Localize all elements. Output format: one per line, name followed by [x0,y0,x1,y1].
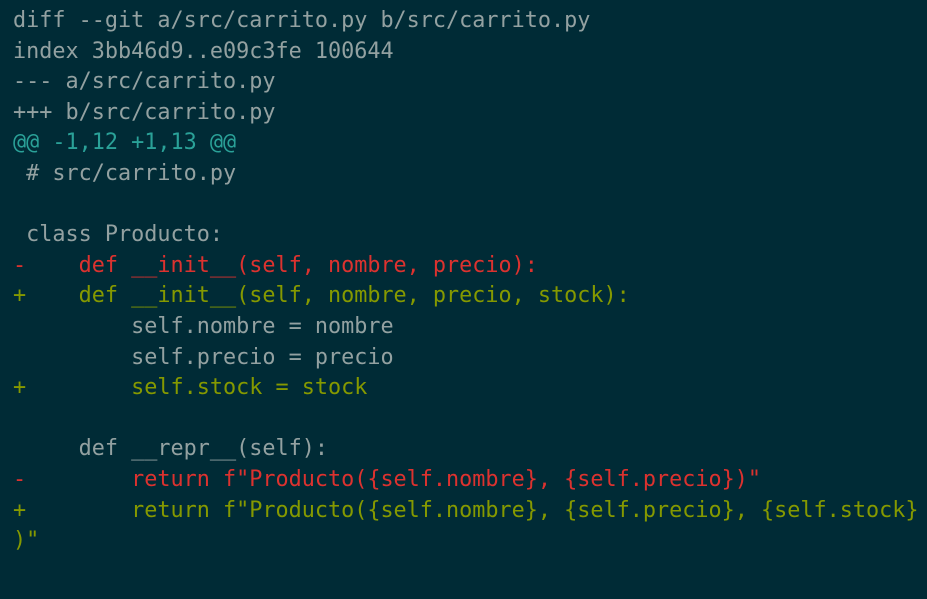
diff-command-line: diff --git a/src/carrito.py b/src/carrit… [13,8,591,33]
diff-added-line-wrapped: )" [13,528,40,554]
diff-context-line: self.precio = precio [13,344,394,370]
diff-context-line [13,190,927,221]
diff-added-line: + self.stock = stock [13,375,368,401]
diff-context-line: class Producto: [13,222,223,248]
diff-deleted-line: - return f"Producto({self.nombre}, {self… [13,466,762,492]
diff-context-line: def __repr__(self): [13,436,328,462]
diff-added-line: + def __init__(self, nombre, precio, sto… [13,283,630,309]
diff-hunk-header: @@ -1,12 +1,13 @@ [13,130,237,156]
diff-new-file-line: +++ b/src/carrito.py [13,99,276,125]
diff-context-line [13,404,927,435]
diff-context-line: self.nombre = nombre [13,313,394,339]
diff-index-line: index 3bb46d9..e09c3fe 100644 [13,38,394,64]
diff-old-file-line: --- a/src/carrito.py [13,69,276,95]
diff-added-line: + return f"Producto({self.nombre}, {self… [13,497,919,523]
diff-context-line: # src/carrito.py [13,160,237,186]
terminal-window[interactable]: diff --git a/src/carrito.py b/src/carrit… [0,0,927,599]
diff-deleted-line: - def __init__(self, nombre, precio): [13,252,538,278]
